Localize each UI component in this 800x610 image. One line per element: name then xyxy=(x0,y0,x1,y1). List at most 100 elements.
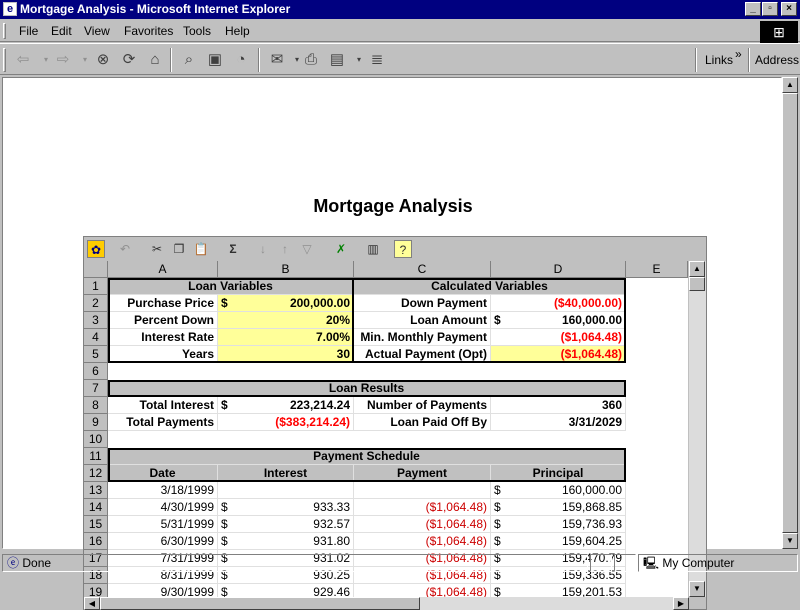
paste-icon[interactable]: 📋 xyxy=(192,240,210,258)
menu-help[interactable]: Help xyxy=(225,24,250,38)
number-of-payments-label[interactable]: Number of Payments xyxy=(354,397,491,414)
print-icon[interactable]: ⎙ xyxy=(300,49,322,71)
menu-grip[interactable] xyxy=(3,23,6,39)
discuss-icon[interactable]: ≣ xyxy=(366,49,388,71)
column-header-b[interactable]: B xyxy=(218,261,354,278)
undo-icon[interactable]: ↶ xyxy=(116,240,134,258)
row-header[interactable]: 11 xyxy=(84,448,108,465)
autosum-icon[interactable]: Σ xyxy=(224,240,242,258)
help-icon[interactable]: ? xyxy=(394,240,412,258)
schedule-interest-cell[interactable]: $931.80 xyxy=(218,533,354,550)
total-interest-cell[interactable]: $223,214.24 xyxy=(218,397,354,414)
edit-icon[interactable]: ▤ xyxy=(326,49,348,71)
row-header[interactable]: 10 xyxy=(84,431,108,448)
menu-tools[interactable]: Tools xyxy=(183,24,211,38)
sort-ascending-icon[interactable]: ↓ xyxy=(254,240,272,258)
office-logo-icon[interactable]: ✿ xyxy=(87,240,105,258)
row-header[interactable]: 8 xyxy=(84,397,108,414)
spreadsheet-grid[interactable]: A B C D E 1 2 3 4 5 6 7 8 9 10 11 12 13 … xyxy=(84,261,688,597)
schedule-principal-cell[interactable]: $159,604.25 xyxy=(491,533,626,550)
spreadsheet-vertical-scrollbar[interactable]: ▲ ▼ xyxy=(689,261,706,597)
min-monthly-payment-value[interactable]: ($1,064.48) xyxy=(491,329,626,346)
schedule-interest-cell[interactable]: $932.57 xyxy=(218,516,354,533)
row-header[interactable]: 1 xyxy=(84,278,108,295)
loan-amount-cell[interactable]: $160,000.00 xyxy=(491,312,626,329)
schedule-payment[interactable]: ($1,064.48) xyxy=(354,516,491,533)
scroll-left-icon[interactable]: ◀ xyxy=(84,597,100,610)
schedule-payment[interactable]: ($1,064.48) xyxy=(354,584,491,597)
refresh-icon[interactable]: ⟳ xyxy=(118,49,140,71)
min-monthly-payment-label[interactable]: Min. Monthly Payment xyxy=(354,329,491,346)
loan-amount-label[interactable]: Loan Amount xyxy=(354,312,491,329)
schedule-date[interactable]: 6/30/1999 xyxy=(108,533,218,550)
down-payment-value[interactable]: ($40,000.00) xyxy=(491,295,626,312)
scroll-thumb[interactable] xyxy=(782,93,798,533)
forward-icon[interactable]: ⇨ xyxy=(52,49,74,71)
column-header-d[interactable]: D xyxy=(491,261,626,278)
interest-rate-label[interactable]: Interest Rate xyxy=(108,329,218,346)
column-header-e[interactable]: E xyxy=(626,261,688,278)
interest-rate-value[interactable]: 7.00% xyxy=(218,329,354,346)
row-header[interactable]: 4 xyxy=(84,329,108,346)
purchase-price-cell[interactable]: $200,000.00 xyxy=(218,295,354,312)
number-of-payments-value[interactable]: 360 xyxy=(491,397,626,414)
scroll-right-icon[interactable]: ▶ xyxy=(673,597,689,610)
stop-icon[interactable]: ⊗ xyxy=(92,49,114,71)
total-payments-label[interactable]: Total Payments xyxy=(108,414,218,431)
row-header[interactable]: 19 xyxy=(84,584,108,597)
toolbar-grip[interactable] xyxy=(3,48,6,72)
links-chevron[interactable]: » xyxy=(735,47,742,61)
column-header-c[interactable]: C xyxy=(354,261,491,278)
column-header-a[interactable]: A xyxy=(108,261,218,278)
row-header[interactable]: 5 xyxy=(84,346,108,363)
schedule-date[interactable]: 5/31/1999 xyxy=(108,516,218,533)
percent-down-label[interactable]: Percent Down xyxy=(108,312,218,329)
row-header[interactable]: 6 xyxy=(84,363,108,380)
close-button[interactable]: × xyxy=(781,2,797,16)
schedule-principal-cell[interactable]: $159,868.85 xyxy=(491,499,626,516)
down-payment-label[interactable]: Down Payment xyxy=(354,295,491,312)
row-header[interactable]: 12 xyxy=(84,465,108,482)
schedule-header-date[interactable]: Date xyxy=(108,465,218,482)
spreadsheet-horizontal-scrollbar[interactable]: ◀ ▶ xyxy=(84,597,689,610)
schedule-date[interactable]: 3/18/1999 xyxy=(108,482,218,499)
row-header[interactable]: 7 xyxy=(84,380,108,397)
menu-view[interactable]: View xyxy=(84,24,110,38)
export-excel-icon[interactable]: ✗ xyxy=(332,240,350,258)
actual-payment-label[interactable]: Actual Payment (Opt) xyxy=(354,346,491,363)
copy-icon[interactable]: ❐ xyxy=(170,240,188,258)
percent-down-value[interactable]: 20% xyxy=(218,312,354,329)
schedule-principal-cell[interactable]: $159,201.53 xyxy=(491,584,626,597)
row-header[interactable]: 15 xyxy=(84,516,108,533)
select-all-corner[interactable] xyxy=(84,261,108,278)
address-label[interactable]: Address xyxy=(755,53,799,67)
search-icon[interactable]: ⌕ xyxy=(178,49,200,71)
schedule-interest-cell[interactable]: $933.33 xyxy=(218,499,354,516)
schedule-header-principal[interactable]: Principal xyxy=(491,465,626,482)
schedule-header-payment[interactable]: Payment xyxy=(354,465,491,482)
schedule-principal-cell[interactable]: $159,736.93 xyxy=(491,516,626,533)
property-toolbox-icon[interactable]: ▥ xyxy=(364,240,382,258)
schedule-principal-cell[interactable]: $160,000.00 xyxy=(491,482,626,499)
schedule-payment[interactable]: ($1,064.48) xyxy=(354,533,491,550)
maximize-button[interactable]: ▫ xyxy=(762,2,778,16)
mail-icon[interactable]: ✉ xyxy=(266,49,288,71)
back-icon[interactable]: ⇦ xyxy=(12,49,34,71)
scroll-up-icon[interactable]: ▲ xyxy=(782,77,798,93)
schedule-date[interactable]: 4/30/1999 xyxy=(108,499,218,516)
scroll-thumb[interactable] xyxy=(100,597,420,610)
menu-file[interactable]: File xyxy=(19,24,38,38)
loan-results-title[interactable]: Loan Results xyxy=(108,380,626,397)
loan-paid-off-label[interactable]: Loan Paid Off By xyxy=(354,414,491,431)
minimize-button[interactable]: _ xyxy=(745,2,761,16)
row-header[interactable]: 3 xyxy=(84,312,108,329)
scroll-thumb[interactable] xyxy=(689,277,705,291)
autofilter-icon[interactable]: ▽ xyxy=(298,240,316,258)
schedule-interest-cell[interactable]: $929.46 xyxy=(218,584,354,597)
calculated-variables-title[interactable]: Calculated Variables xyxy=(354,278,626,295)
years-value[interactable]: 30 xyxy=(218,346,354,363)
schedule-header-interest[interactable]: Interest xyxy=(218,465,354,482)
purchase-price-label[interactable]: Purchase Price xyxy=(108,295,218,312)
row-header[interactable]: 14 xyxy=(84,499,108,516)
actual-payment-value[interactable]: ($1,064.48) xyxy=(491,346,626,363)
